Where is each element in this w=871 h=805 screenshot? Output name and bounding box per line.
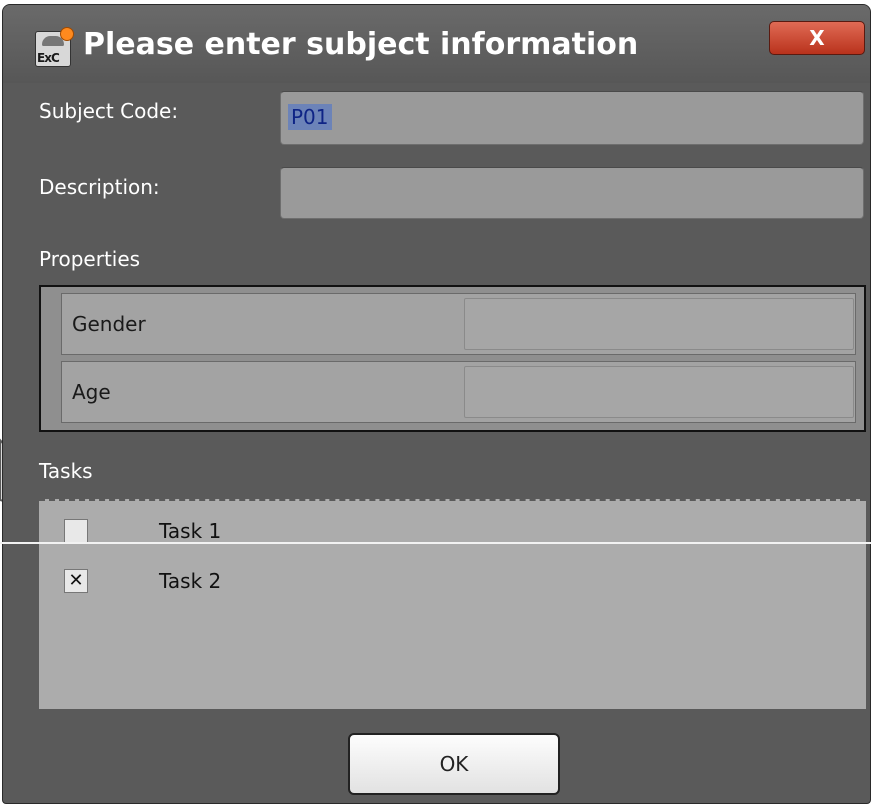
subject-code-input[interactable]: P01 — [280, 91, 864, 145]
list-item[interactable]: ✕ Task 2 — [64, 563, 364, 599]
subject-info-dialog: ExC Please enter subject information X S… — [2, 4, 871, 804]
task-label: Task 1 — [159, 519, 222, 543]
tasks-heading: Tasks — [39, 459, 93, 483]
ok-button[interactable]: OK — [348, 733, 560, 795]
description-input[interactable] — [280, 167, 864, 219]
property-row-age[interactable]: Age — [61, 361, 856, 423]
subject-code-value: P01 — [288, 104, 332, 130]
app-icon-text: ExC — [37, 51, 60, 65]
subject-code-label: Subject Code: — [39, 99, 179, 123]
property-value-gender[interactable] — [464, 298, 854, 350]
property-name: Gender — [72, 312, 146, 336]
description-label: Description: — [39, 175, 160, 199]
tasks-list: Task 1 ✕ Task 2 — [39, 499, 866, 709]
close-button[interactable]: X — [769, 21, 865, 55]
properties-grid: Gender Age — [39, 285, 866, 432]
dialog-title: Please enter subject information — [83, 27, 639, 62]
property-value-age[interactable] — [464, 366, 854, 418]
title-bar[interactable]: ExC Please enter subject information X — [3, 5, 870, 83]
close-icon: X — [809, 26, 825, 50]
task-1-checkbox[interactable] — [64, 519, 88, 543]
property-name: Age — [72, 380, 111, 404]
task-label: Task 2 — [159, 569, 222, 593]
property-row-gender[interactable]: Gender — [61, 293, 856, 355]
task-2-checkbox[interactable]: ✕ — [64, 569, 88, 593]
divider-line — [0, 542, 871, 544]
properties-heading: Properties — [39, 247, 141, 271]
app-icon: ExC — [35, 27, 74, 67]
